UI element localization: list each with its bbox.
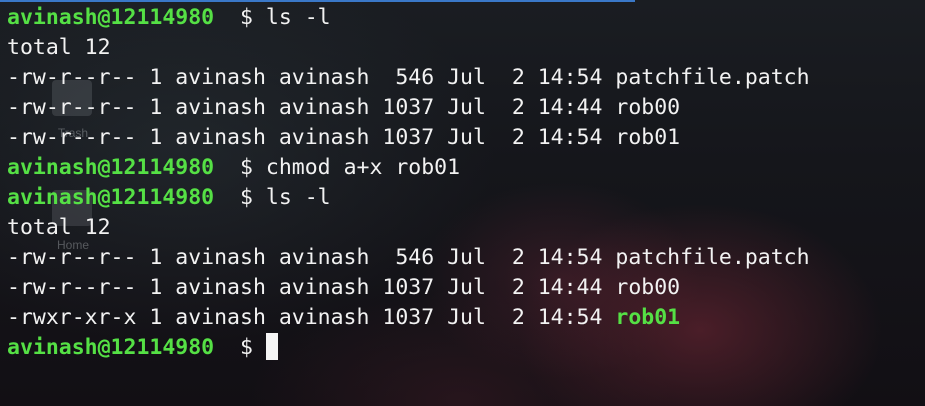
- prompt-user-host: avinash@12114980: [7, 185, 215, 210]
- window-top-accent: [0, 0, 635, 2]
- prompt-spacer: [214, 335, 240, 360]
- output-text: -rwxr-xr-x 1 avinash avinash 1037 Jul 2 …: [7, 305, 616, 330]
- prompt-line: avinash@12114980 $ ls -l: [7, 183, 810, 213]
- prompt-user-host: avinash@12114980: [7, 5, 215, 30]
- terminal-window[interactable]: Trash Home avinash@12114980 $ ls -l total…: [0, 0, 925, 406]
- prompt-spacer: [214, 5, 240, 30]
- output-line: total 12: [7, 33, 810, 63]
- output-line: -rwxr-xr-x 1 avinash avinash 1037 Jul 2 …: [7, 303, 810, 333]
- output-line: -rw-r--r-- 1 avinash avinash 1037 Jul 2 …: [7, 93, 810, 123]
- command-text: ls -l: [265, 185, 331, 210]
- output-line: -rw-r--r-- 1 avinash avinash 546 Jul 2 1…: [7, 243, 810, 273]
- output-line: -rw-r--r-- 1 avinash avinash 1037 Jul 2 …: [7, 273, 810, 303]
- terminal-output[interactable]: avinash@12114980 $ ls -l total 12 -rw-r--r…: [7, 3, 810, 363]
- cursor: [265, 333, 278, 360]
- prompt-spacer: [214, 155, 240, 180]
- prompt-spacer: [253, 185, 266, 210]
- prompt-user-host: avinash@12114980: [7, 155, 215, 180]
- output-text: -rw-r--r-- 1 avinash avinash 1037 Jul 2 …: [7, 95, 681, 120]
- prompt-symbol: $: [240, 185, 253, 210]
- prompt-symbol: $: [240, 155, 253, 180]
- output-text: -rw-r--r-- 1 avinash avinash 546 Jul 2 1…: [7, 65, 810, 90]
- output-line: total 12: [7, 213, 810, 243]
- prompt-spacer: [253, 335, 266, 360]
- prompt-line: avinash@12114980 $ chmod a+x rob01: [7, 153, 810, 183]
- prompt-line: avinash@12114980 $ ls -l: [7, 3, 810, 33]
- active-prompt-line: avinash@12114980 $: [7, 333, 810, 363]
- output-text: -rw-r--r-- 1 avinash avinash 546 Jul 2 1…: [7, 245, 810, 270]
- output-text: -rw-r--r-- 1 avinash avinash 1037 Jul 2 …: [7, 275, 681, 300]
- output-text: total 12: [7, 35, 111, 60]
- output-line: -rw-r--r-- 1 avinash avinash 1037 Jul 2 …: [7, 123, 810, 153]
- output-text: total 12: [7, 215, 111, 240]
- command-text: ls -l: [265, 5, 331, 30]
- command-text: chmod a+x rob01: [265, 155, 461, 180]
- prompt-symbol: $: [240, 335, 253, 360]
- executable-file-name: rob01: [615, 305, 681, 330]
- prompt-spacer: [214, 185, 240, 210]
- prompt-user-host: avinash@12114980: [7, 335, 215, 360]
- output-text: -rw-r--r-- 1 avinash avinash 1037 Jul 2 …: [7, 125, 681, 150]
- prompt-spacer: [253, 5, 266, 30]
- prompt-symbol: $: [240, 5, 253, 30]
- prompt-spacer: [253, 155, 266, 180]
- output-line: -rw-r--r-- 1 avinash avinash 546 Jul 2 1…: [7, 63, 810, 93]
